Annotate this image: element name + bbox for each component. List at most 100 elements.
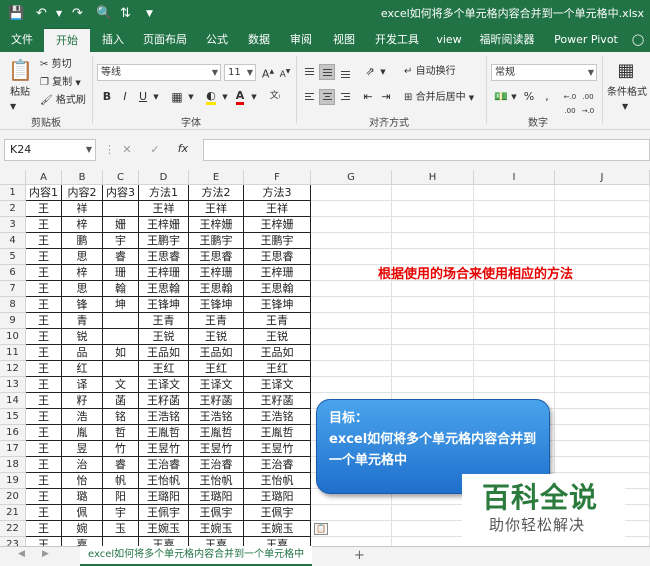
grid-cell[interactable]: 王锋坤	[244, 297, 311, 313]
grid-cell[interactable]: 王青	[244, 313, 311, 329]
grid-cell[interactable]: 王锐	[139, 329, 189, 345]
grid-cell[interactable]: 帆	[103, 473, 139, 489]
grid-cell[interactable]: 王嘉	[189, 537, 244, 546]
grid-cell[interactable]: 王思翰	[244, 281, 311, 297]
currency-dropdown-icon[interactable]: ▼	[509, 90, 519, 104]
next-sheet-icon[interactable]: ▶	[42, 549, 49, 559]
fill-color-dropdown-icon[interactable]: ▼	[220, 90, 230, 104]
percent-icon[interactable]: %	[522, 90, 536, 104]
tab-view[interactable]: 视图	[324, 28, 364, 52]
grid-cell[interactable]: 王青	[189, 313, 244, 329]
cancel-icon[interactable]: ✕	[120, 143, 134, 157]
tab-file[interactable]: 文件	[4, 28, 40, 52]
align-bottom-icon[interactable]	[337, 64, 353, 80]
tab-page-layout[interactable]: 页面布局	[136, 28, 194, 52]
format-painter-button[interactable]: 🖌 格式刷	[40, 94, 86, 108]
undo-dropdown-icon[interactable]: ▼	[56, 5, 62, 23]
column-header[interactable]: D	[139, 170, 189, 185]
row-header[interactable]: 8	[0, 297, 26, 313]
grid-cell[interactable]	[103, 537, 139, 546]
grid-cell[interactable]: 睿	[103, 457, 139, 473]
tab-insert[interactable]: 插入	[94, 28, 132, 52]
grid-cell[interactable]	[311, 281, 392, 297]
grid-cell[interactable]: 王思翰	[139, 281, 189, 297]
column-header[interactable]: E	[189, 170, 244, 185]
grid-cell[interactable]	[103, 329, 139, 345]
grid-cell[interactable]: 王思睿	[189, 249, 244, 265]
row-header[interactable]: 5	[0, 249, 26, 265]
grid-cell[interactable]: 王浩铭	[244, 409, 311, 425]
grid-cell[interactable]: 王怡帆	[139, 473, 189, 489]
grid-cell[interactable]: 内容2	[62, 185, 103, 201]
grid-cell[interactable]: 王	[26, 505, 62, 521]
grid-cell[interactable]: 籽	[62, 393, 103, 409]
select-all-corner[interactable]	[0, 170, 26, 185]
name-box[interactable]: K24 ▼	[4, 139, 96, 161]
grid-cell[interactable]: 王梓姗	[189, 217, 244, 233]
grid-cell[interactable]: 王籽菡	[244, 393, 311, 409]
paste-button[interactable]: 粘贴	[10, 86, 30, 100]
customize-qat-icon[interactable]: ▼	[146, 5, 153, 23]
font-size-combo[interactable]: 11 ▼	[224, 64, 256, 81]
grid-cell[interactable]: 王治睿	[244, 457, 311, 473]
conditional-format-button[interactable]: 条件格式	[607, 86, 647, 100]
grid-cell[interactable]: 王嘉	[139, 537, 189, 546]
grid-cell[interactable]	[555, 297, 650, 313]
grid-cell[interactable]: 王锋坤	[189, 297, 244, 313]
copy-button[interactable]: ❐ 复制 ▼	[40, 76, 81, 90]
grid-cell[interactable]	[555, 377, 650, 393]
grid-cell[interactable]	[555, 281, 650, 297]
grid-cell[interactable]: 阳	[103, 489, 139, 505]
grid-cell[interactable]: 译	[62, 377, 103, 393]
row-header[interactable]: 13	[0, 377, 26, 393]
grid-cell[interactable]: 王	[26, 537, 62, 546]
grid-cell[interactable]	[555, 329, 650, 345]
lightbulb-icon[interactable]: ◯	[628, 28, 648, 52]
grid-cell[interactable]	[392, 217, 474, 233]
grid-cell[interactable]: 鹏	[62, 233, 103, 249]
grid-cell[interactable]: 王鹏宇	[244, 233, 311, 249]
tab-foxit-reader[interactable]: 福昕阅读器	[472, 28, 542, 52]
grid-cell[interactable]: 王怡帆	[244, 473, 311, 489]
grid-cell[interactable]: 王译文	[189, 377, 244, 393]
grid-cell[interactable]	[474, 329, 555, 345]
grid-cell[interactable]: 王昱竹	[244, 441, 311, 457]
grid-cell[interactable]	[555, 393, 650, 409]
grid-cell[interactable]: 王	[26, 233, 62, 249]
grid-cell[interactable]: 王红	[189, 361, 244, 377]
grid-cell[interactable]: 王	[26, 441, 62, 457]
row-header[interactable]: 15	[0, 409, 26, 425]
print-preview-icon[interactable]: 🔍	[96, 5, 112, 23]
grid-cell[interactable]	[103, 201, 139, 217]
grid-cell[interactable]	[474, 281, 555, 297]
grid-cell[interactable]: 王	[26, 265, 62, 281]
grid-cell[interactable]: 红	[62, 361, 103, 377]
bold-button[interactable]: B	[101, 90, 113, 104]
grid-cell[interactable]: 王璐阳	[139, 489, 189, 505]
grid-cell[interactable]	[555, 185, 650, 201]
grid-cell[interactable]: 王红	[139, 361, 189, 377]
grid-cell[interactable]	[474, 361, 555, 377]
grid-cell[interactable]	[474, 377, 555, 393]
grid-cell[interactable]: 哲	[103, 425, 139, 441]
grid-cell[interactable]: 宇	[103, 505, 139, 521]
grid-cell[interactable]	[392, 361, 474, 377]
grid-cell[interactable]: 王	[26, 361, 62, 377]
grid-cell[interactable]	[392, 377, 474, 393]
grid-cell[interactable]: 方法2	[189, 185, 244, 201]
grid-cell[interactable]: 王	[26, 297, 62, 313]
grid-cell[interactable]: 王	[26, 409, 62, 425]
align-middle-icon[interactable]	[319, 64, 335, 80]
grid-cell[interactable]	[103, 313, 139, 329]
grid-cell[interactable]	[474, 185, 555, 201]
grid-cell[interactable]: 王梓珊	[244, 265, 311, 281]
grid-cell[interactable]: 王昱竹	[189, 441, 244, 457]
decrease-indent-icon[interactable]: ⇤	[360, 90, 376, 104]
grid-cell[interactable]	[392, 297, 474, 313]
font-color-icon[interactable]: A	[233, 89, 247, 105]
grid-cell[interactable]	[311, 297, 392, 313]
grid-cell[interactable]: 王胤哲	[189, 425, 244, 441]
grid-cell[interactable]: 王锐	[244, 329, 311, 345]
borders-dropdown-icon[interactable]: ▼	[186, 90, 196, 104]
grid-cell[interactable]	[311, 377, 392, 393]
